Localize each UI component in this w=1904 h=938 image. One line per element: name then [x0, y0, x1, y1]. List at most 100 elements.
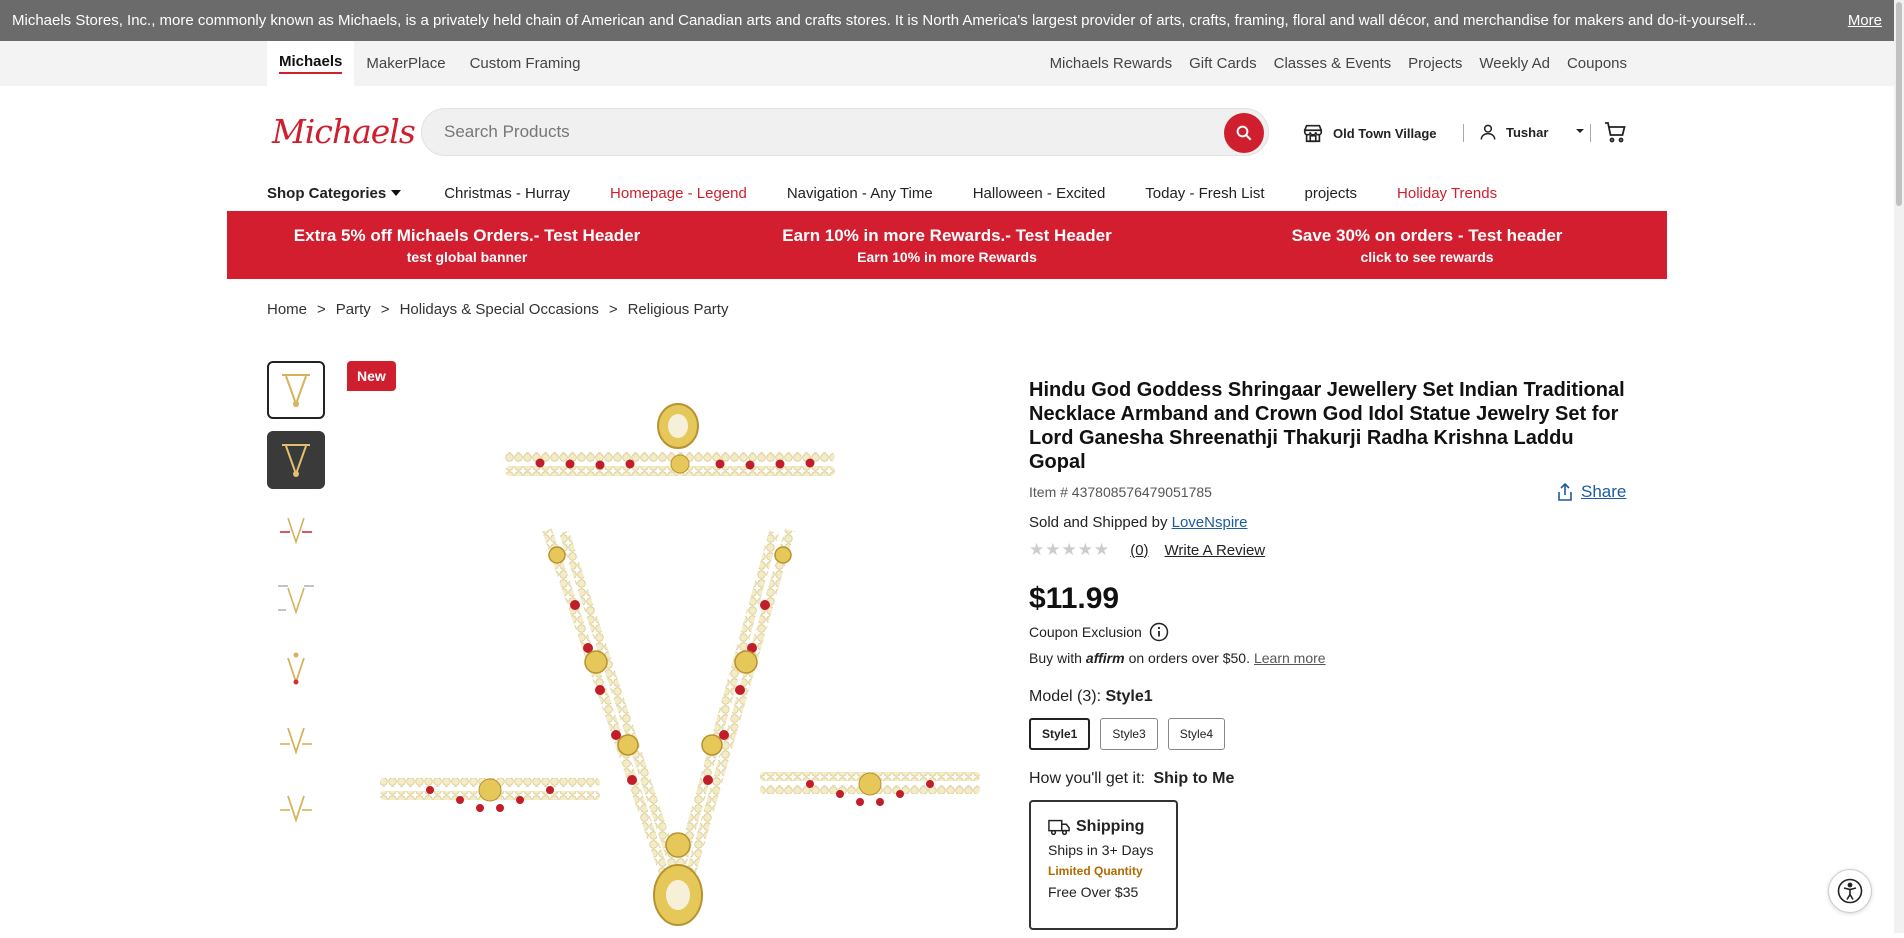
thumbnail-image[interactable] — [267, 501, 325, 559]
page-scrollbar[interactable] — [1894, 0, 1904, 933]
search-button[interactable] — [1224, 113, 1264, 153]
fulfillment-label: How you'll get it: Ship to Me — [1029, 770, 1629, 788]
model-selector-label: Model (3): Style1 — [1029, 688, 1629, 706]
promo-title: Earn 10% in more Rewards.- Test Header — [782, 225, 1112, 245]
announcement-more-link[interactable]: More — [1848, 12, 1882, 29]
category-link-halloween[interactable]: Halloween - Excited — [973, 185, 1106, 202]
tab-label: Michaels — [279, 53, 343, 74]
announcement-bar: Michaels Stores, Inc., more commonly kno… — [0, 0, 1894, 41]
site-header: Michaels Old Town Village Tushar — [0, 86, 1894, 178]
store-selector[interactable]: Old Town Village — [1302, 122, 1437, 144]
jewelry-thumbnail-graphic — [278, 585, 314, 615]
breadcrumb-separator: > — [380, 301, 390, 318]
store-name: Old Town Village — [1333, 125, 1437, 141]
promo-title: Save 30% on orders - Test header — [1291, 225, 1563, 245]
coupon-exclusion-label: Coupon Exclusion — [1029, 624, 1142, 640]
category-link-homepage[interactable]: Homepage - Legend — [610, 185, 747, 202]
store-icon — [1303, 124, 1323, 143]
caret-down-icon — [1576, 129, 1585, 133]
search-icon — [1236, 125, 1252, 141]
scrollbar-thumb[interactable] — [1896, 2, 1902, 206]
accessibility-button[interactable] — [1828, 869, 1872, 913]
affirm-prefix: Buy with — [1029, 650, 1082, 666]
promo-subtitle: Earn 10% in more Rewards — [857, 248, 1037, 265]
announcement-text: Michaels Stores, Inc., more commonly kno… — [12, 12, 1757, 29]
jewelry-thumbnail-graphic — [280, 795, 312, 823]
michaels-logo[interactable]: Michaels — [272, 112, 416, 151]
link-projects[interactable]: Projects — [1408, 55, 1462, 72]
tab-makerplace[interactable]: MakerPlace — [354, 41, 457, 86]
category-link-today[interactable]: Today - Fresh List — [1145, 185, 1264, 202]
coupon-exclusion: Coupon Exclusion — [1029, 622, 1629, 642]
breadcrumb-home[interactable]: Home — [267, 301, 307, 318]
shipping-title: Shipping — [1076, 818, 1145, 835]
product-main-image[interactable] — [370, 390, 990, 933]
thumbnail-image[interactable] — [267, 571, 325, 629]
item-number: Item # 437808576479051785 — [1029, 484, 1212, 500]
jewelry-thumbnail-graphic — [287, 652, 305, 685]
promo-item[interactable]: Save 30% on orders - Test header click t… — [1187, 211, 1667, 279]
breadcrumb-holidays[interactable]: Holidays & Special Occasions — [400, 301, 599, 318]
shipping-option-card[interactable]: Shipping Ships in 3+ Days Limited Quanti… — [1029, 800, 1178, 930]
share-label: Share — [1581, 482, 1627, 501]
product-title: Hindu God Goddess Shringaar Jewellery Se… — [1029, 379, 1625, 473]
style-option-style4[interactable]: Style4 — [1167, 718, 1226, 750]
user-icon — [1480, 124, 1496, 140]
model-selected: Style1 — [1105, 688, 1153, 705]
category-nav: Shop Categories Christmas - Hurray Homep… — [267, 182, 1537, 204]
category-link-christmas[interactable]: Christmas - Hurray — [444, 185, 570, 202]
thumbnail-image[interactable] — [267, 781, 325, 839]
shipping-heading: Shipping — [1048, 818, 1176, 836]
thumbnail-image[interactable] — [267, 711, 325, 769]
cart-button[interactable] — [1603, 120, 1627, 149]
write-review-link[interactable]: Write A Review — [1165, 542, 1266, 559]
promo-item[interactable]: Extra 5% off Michaels Orders.- Test Head… — [227, 211, 707, 279]
user-name: Tushar — [1506, 124, 1549, 140]
thumbnail-image[interactable] — [267, 431, 325, 489]
link-gift-cards[interactable]: Gift Cards — [1189, 55, 1257, 72]
link-weekly-ad[interactable]: Weekly Ad — [1479, 55, 1550, 72]
how-label: How you'll get it: — [1029, 770, 1145, 787]
learn-more-link[interactable]: Learn more — [1254, 650, 1326, 666]
product-price: $11.99 — [1029, 582, 1120, 615]
rating-row: ★★★★★ (0) Write A Review — [1029, 540, 1629, 560]
info-icon[interactable] — [1149, 622, 1169, 642]
how-value: Ship to Me — [1153, 770, 1235, 787]
link-michaels-rewards[interactable]: Michaels Rewards — [1050, 55, 1173, 72]
link-classes-events[interactable]: Classes & Events — [1274, 55, 1392, 72]
breadcrumb: Home > Party > Holidays & Special Occasi… — [267, 301, 728, 318]
promo-subtitle: click to see rewards — [1360, 248, 1494, 265]
shipping-eta: Ships in 3+ Days — [1048, 842, 1154, 858]
review-count-link[interactable]: (0) — [1130, 542, 1148, 559]
promo-item[interactable]: Earn 10% in more Rewards.- Test Header E… — [707, 211, 1187, 279]
link-coupons[interactable]: Coupons — [1567, 55, 1627, 72]
category-link-projects[interactable]: projects — [1305, 185, 1358, 202]
style-option-style3[interactable]: Style3 — [1100, 718, 1158, 750]
product-details: Hindu God Goddess Shringaar Jewellery Se… — [1029, 378, 1629, 930]
thumbnail-image[interactable] — [267, 361, 325, 419]
breadcrumb-party[interactable]: Party — [336, 301, 371, 318]
style-option-style1[interactable]: Style1 — [1029, 718, 1091, 750]
tab-label: MakerPlace — [366, 55, 446, 72]
thumbnail-image[interactable] — [267, 641, 325, 699]
breadcrumb-religious-party[interactable]: Religious Party — [628, 301, 729, 318]
category-link-navigation[interactable]: Navigation - Any Time — [787, 185, 933, 202]
jewelry-thumbnail-graphic — [282, 374, 310, 407]
seller-info: Sold and Shipped by LoveNspire — [1029, 514, 1629, 531]
tab-custom-framing[interactable]: Custom Framing — [458, 41, 593, 86]
account-menu[interactable]: Tushar — [1478, 122, 1585, 142]
affirm-logo: affirm — [1085, 650, 1125, 666]
shop-categories-menu[interactable]: Shop Categories — [267, 185, 402, 202]
search-input[interactable] — [444, 109, 1204, 155]
jewelry-thumbnail-graphic — [280, 727, 312, 755]
shop-categories-label: Shop Categories — [267, 184, 387, 202]
share-button[interactable]: Share — [1557, 482, 1626, 502]
tab-label: Custom Framing — [469, 55, 581, 72]
thumbnail-gallery — [267, 361, 327, 851]
category-link-holiday-trends[interactable]: Holiday Trends — [1397, 185, 1497, 202]
tab-michaels[interactable]: Michaels — [267, 41, 355, 86]
seller-link[interactable]: LoveNspire — [1172, 514, 1248, 531]
jewelry-thumbnail-graphic — [280, 517, 312, 545]
promo-title: Extra 5% off Michaels Orders.- Test Head… — [293, 225, 641, 245]
promo-subtitle: test global banner — [406, 248, 528, 265]
